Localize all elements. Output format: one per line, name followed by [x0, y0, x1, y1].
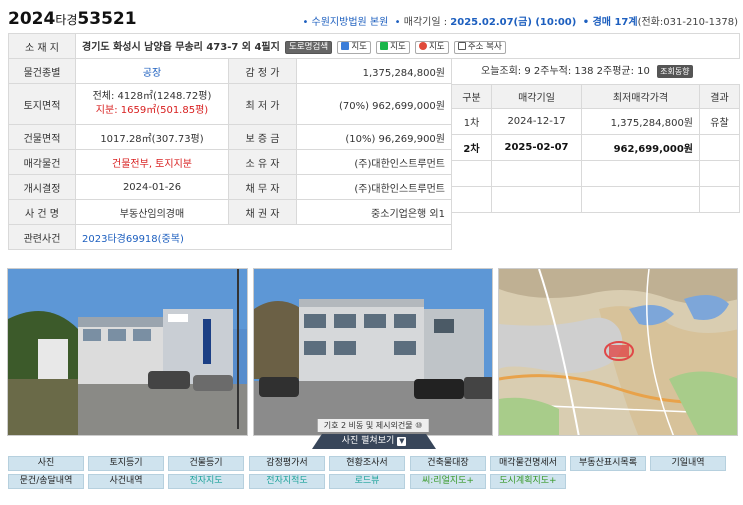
- history-cell: 2025-02-07: [491, 134, 582, 161]
- label-appraisal: 감 정 가: [228, 58, 297, 84]
- history-header: 구분: [451, 84, 492, 109]
- label-type: 물건종별: [8, 58, 76, 84]
- case-header: 2024타경53521 • 수원지방법원 본원 • 매각기일 : 2025.02…: [8, 8, 738, 32]
- nav-electronic-map[interactable]: 전자지도: [168, 474, 244, 489]
- related-case-link[interactable]: 2023타경69918(중복): [75, 224, 452, 250]
- label-deposit: 보 증 금: [228, 124, 297, 150]
- land-total: 전체: 4128㎡(1248.72평): [92, 91, 212, 102]
- history-header: 매각기일: [491, 84, 582, 109]
- label-case-name: 사 건 명: [8, 199, 76, 225]
- nav-case-history[interactable]: 사건내역: [88, 474, 164, 489]
- history-cell: 1,375,284,800원: [581, 108, 700, 135]
- type-value: 공장: [75, 58, 229, 84]
- auction-dept: • 경매 17계: [582, 17, 638, 28]
- court-name: • 수원지방법원 본원: [302, 17, 389, 28]
- nav-documents[interactable]: 문건/송달내역: [8, 474, 84, 489]
- history-cell: 유찰: [699, 108, 740, 135]
- deposit-value: (10%) 96,269,900원: [296, 124, 452, 150]
- history-row: 2차 2025-02-07 962,699,000원: [451, 134, 740, 161]
- nav-land-registry[interactable]: 토지등기: [88, 456, 164, 471]
- land-share: 지분: 1659㎡(501.85평): [95, 105, 209, 116]
- history-header: 최저매각가격: [581, 84, 700, 109]
- label-related-case: 관련사건: [8, 224, 76, 250]
- owner-value: (주)대한인스트루먼트: [296, 149, 452, 175]
- nav-urban-plan-map[interactable]: 도시계획지도+: [490, 474, 566, 489]
- property-photo-2[interactable]: 기호 2 비동 및 제시외건물 ⑩: [253, 268, 493, 436]
- nav-property-list[interactable]: 부동산표시목록: [570, 456, 646, 471]
- property-location-map[interactable]: [498, 268, 738, 436]
- history-cell: 1차: [451, 108, 492, 135]
- photo-caption: 기호 2 비동 및 제시외건물 ⑩: [317, 419, 429, 432]
- history-row: 1차 2024-12-17 1,375,284,800원 유찰: [451, 108, 740, 135]
- chevron-down-icon: ▼: [397, 437, 407, 446]
- view-trend-button[interactable]: 조회동향: [657, 64, 693, 78]
- property-photo-1[interactable]: [7, 268, 248, 436]
- creditor-value: 중소기업은행 외1: [296, 199, 452, 225]
- nav-road-view[interactable]: 로드뷰: [329, 474, 405, 489]
- naver-map-button[interactable]: 지도: [376, 40, 410, 54]
- label-debtor: 채 무 자: [228, 174, 297, 200]
- start-date-value: 2024-01-26: [75, 174, 229, 200]
- case-name-value: 부동산임의경매: [75, 199, 229, 225]
- history-cell: 2024-12-17: [491, 108, 582, 135]
- nav-sale-statement[interactable]: 매각물건명세서: [490, 456, 566, 471]
- label-building-area: 건물면적: [8, 124, 76, 150]
- sale-history-table: 구분 매각기일 최저매각가격 결과 1차 2024-12-17 1,375,28…: [451, 84, 740, 213]
- nav-building-registry[interactable]: 건물등기: [168, 456, 244, 471]
- history-header: 결과: [699, 84, 740, 109]
- history-cell: [699, 134, 740, 161]
- appraisal-value: 1,375,284,800원: [296, 58, 452, 84]
- history-cell: 962,699,000원: [581, 134, 700, 161]
- label-creditor: 채 권 자: [228, 199, 297, 225]
- building-area-value: 1017.28㎡(307.73평): [75, 124, 229, 150]
- label-sale-item: 매각물건: [8, 149, 76, 175]
- nav-real-map[interactable]: 씨:리얼지도+: [410, 474, 486, 489]
- label-owner: 소 유 자: [228, 149, 297, 175]
- label-min-price: 최 저 가: [228, 83, 297, 125]
- dept-phone: (전화:031-210-1378): [637, 17, 738, 28]
- nav-date-history[interactable]: 기일내역: [650, 456, 726, 471]
- sale-date: 2025.02.07(금) (10:00): [450, 17, 577, 28]
- nav-status-report[interactable]: 현황조사서: [329, 456, 405, 471]
- nav-appraisal[interactable]: 감정평가서: [249, 456, 325, 471]
- nav-building-ledger[interactable]: 건축물대장: [410, 456, 486, 471]
- view-stats-text: 오늘조회: 9 2주누적: 138 2주평균: 10: [481, 66, 650, 77]
- label-start-date: 개시결정: [8, 174, 76, 200]
- view-stats: 오늘조회: 9 2주누적: 138 2주평균: 10 조회동향: [451, 59, 739, 84]
- view-all-photos-button[interactable]: 사진 펼쳐보기 ▼: [312, 434, 436, 449]
- history-cell: 2차: [451, 134, 492, 161]
- daum-map-button[interactable]: 지도: [337, 40, 371, 54]
- address-value: 경기도 화성시 남양읍 무송리 473-7 외 4필지: [82, 42, 280, 54]
- debtor-value: (주)대한인스트루먼트: [296, 174, 452, 200]
- auction-info: • 수원지방법원 본원 • 매각기일 : 2025.02.07(금) (10:0…: [302, 17, 738, 28]
- road-name-search-button[interactable]: 도로명검색: [285, 40, 333, 54]
- nav-photos[interactable]: 사진: [8, 456, 84, 471]
- sale-item-value: 건물전부, 토지지분: [75, 149, 229, 175]
- min-price-value: (70%) 962,699,000원: [296, 83, 452, 125]
- label-address: 소 재 지: [8, 33, 76, 59]
- nav-cadastral-map[interactable]: 전자지적도: [249, 474, 325, 489]
- label-land-area: 토지면적: [8, 83, 76, 125]
- case-number: 2024타경53521: [8, 9, 137, 29]
- google-map-button[interactable]: 지도: [414, 40, 449, 54]
- copy-address-button[interactable]: 주소 복사: [453, 40, 506, 54]
